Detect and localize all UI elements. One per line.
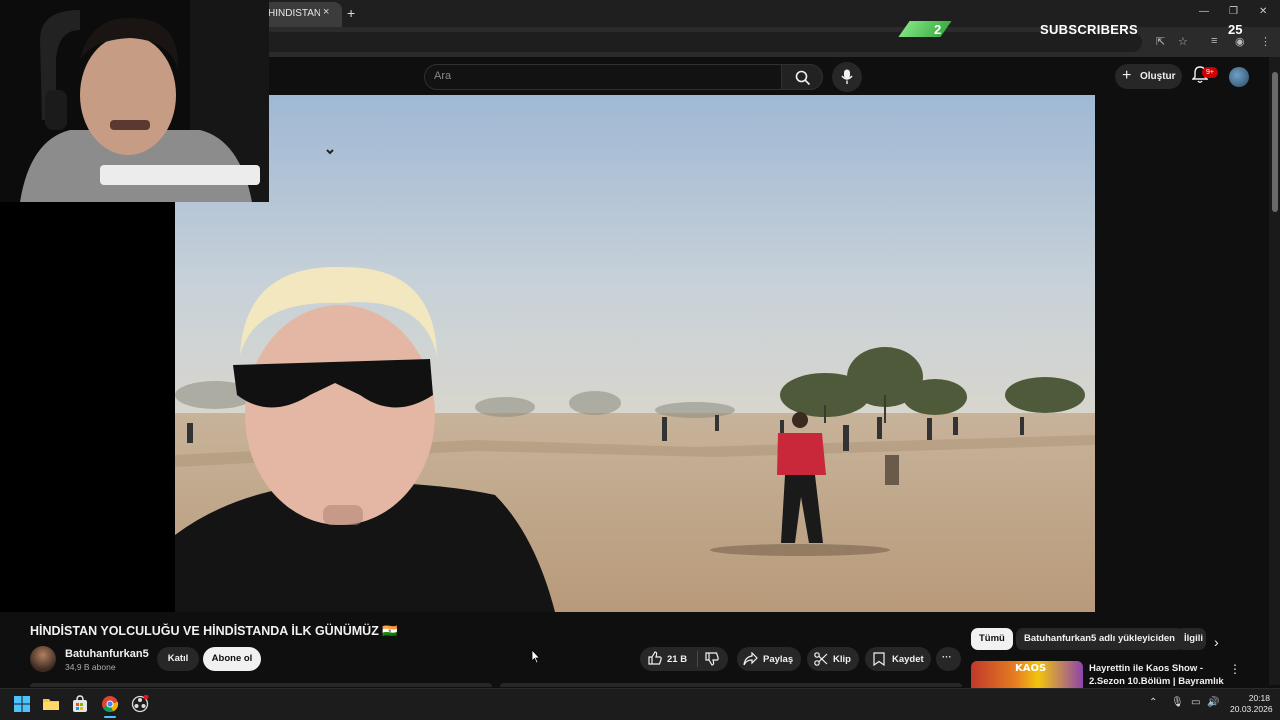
active-app-indicator bbox=[104, 716, 116, 718]
scissors-icon bbox=[814, 652, 828, 666]
search-placeholder: Ara bbox=[434, 70, 452, 82]
share-label: Paylaş bbox=[763, 654, 794, 665]
search-icon bbox=[795, 70, 811, 86]
windows-taskbar bbox=[0, 688, 1280, 720]
subscriber-label: SUBSCRIBERS bbox=[1040, 22, 1138, 37]
search-button[interactable] bbox=[781, 64, 823, 90]
recommendation-menu-icon[interactable]: ⋮ bbox=[1229, 662, 1241, 676]
create-label: Oluştur bbox=[1140, 71, 1176, 82]
clock-time: 20:18 bbox=[1248, 693, 1270, 703]
account-avatar[interactable] bbox=[1229, 67, 1249, 87]
scrollbar-thumb[interactable] bbox=[1272, 72, 1278, 212]
system-clock[interactable]: 20:18 20.03.2026 bbox=[1230, 693, 1273, 715]
minimize-icon[interactable]: — bbox=[1199, 6, 1209, 17]
save-label: Kaydet bbox=[892, 654, 924, 665]
tray-microphone-icon[interactable]: 🎙 bbox=[1171, 697, 1184, 708]
plus-icon: + bbox=[1122, 67, 1132, 84]
chip-related[interactable]: İlgili bbox=[1176, 628, 1206, 650]
chrome-icon[interactable] bbox=[101, 695, 119, 713]
volume-icon[interactable]: 🔊 bbox=[1207, 697, 1219, 708]
video-player[interactable] bbox=[175, 95, 1095, 612]
microphone-icon bbox=[841, 69, 853, 84]
thumbnail-logo-text: KAOS bbox=[1015, 663, 1047, 674]
streamer-webcam-image bbox=[0, 0, 269, 202]
clip-label: Klip bbox=[833, 654, 851, 665]
voice-search-button[interactable] bbox=[832, 62, 862, 92]
comments-preview[interactable] bbox=[500, 683, 962, 687]
omnibox[interactable] bbox=[262, 32, 1142, 52]
chip-from-uploader[interactable]: Batuhanfurkan5 adlı yükleyiciden bbox=[1016, 628, 1183, 650]
notification-badge: 9+ bbox=[1202, 67, 1218, 78]
channel-avatar[interactable] bbox=[30, 646, 56, 672]
like-count[interactable]: 21 B bbox=[667, 654, 687, 665]
bookmark-star-icon[interactable]: ☆ bbox=[1178, 35, 1188, 48]
more-actions-icon: ··· bbox=[942, 652, 952, 663]
webcam-overlay bbox=[0, 0, 269, 202]
subscriber-count-right: 25 bbox=[1228, 22, 1243, 37]
channel-name[interactable]: Batuhanfurkan5 bbox=[65, 648, 149, 660]
chevron-right-icon[interactable]: › bbox=[1214, 634, 1219, 650]
media-control-icon[interactable]: ≡ bbox=[1211, 35, 1217, 47]
video-frame bbox=[175, 95, 1095, 612]
search-input[interactable] bbox=[424, 64, 782, 90]
restore-icon[interactable]: ❐ bbox=[1229, 6, 1238, 17]
like-icon[interactable] bbox=[648, 651, 662, 665]
subscriber-count-left: 2 bbox=[934, 22, 942, 37]
windows-start-icon[interactable] bbox=[13, 695, 31, 713]
join-button[interactable]: Katıl bbox=[157, 647, 199, 671]
bookmark-icon bbox=[873, 652, 885, 666]
network-icon[interactable]: ▭ bbox=[1191, 697, 1200, 708]
tray-overflow-icon[interactable]: ⌃ bbox=[1149, 697, 1157, 708]
mouse-cursor-icon bbox=[531, 649, 541, 664]
new-tab-button[interactable]: + bbox=[347, 5, 355, 21]
like-divider bbox=[697, 651, 698, 667]
store-icon[interactable] bbox=[71, 695, 89, 713]
tab-close-icon[interactable]: × bbox=[323, 6, 329, 18]
obs-icon[interactable] bbox=[131, 695, 149, 713]
description-box[interactable] bbox=[30, 683, 492, 687]
menu-icon[interactable]: ⋮ bbox=[1260, 35, 1271, 48]
clock-date: 20.03.2026 bbox=[1230, 704, 1273, 714]
player-letterbox bbox=[0, 202, 175, 612]
chip-all[interactable]: Tümü bbox=[971, 628, 1013, 650]
channel-subscriber-count: 34,9 B abone bbox=[65, 662, 116, 672]
recommendation-thumbnail[interactable]: KAOS bbox=[971, 661, 1083, 688]
share-icon bbox=[743, 652, 758, 666]
tab-title: HİNDİSTAN YOLCULUĞU VE bbox=[268, 8, 320, 19]
video-title: HİNDİSTAN YOLCULUĞU VE HİNDİSTANDA İLK G… bbox=[30, 624, 398, 638]
dislike-icon[interactable] bbox=[705, 652, 719, 666]
close-window-icon[interactable]: ✕ bbox=[1259, 6, 1267, 17]
subscribe-button[interactable]: Abone ol bbox=[203, 647, 261, 671]
file-explorer-icon[interactable] bbox=[42, 695, 60, 713]
install-icon[interactable]: ⇱ bbox=[1156, 35, 1165, 48]
